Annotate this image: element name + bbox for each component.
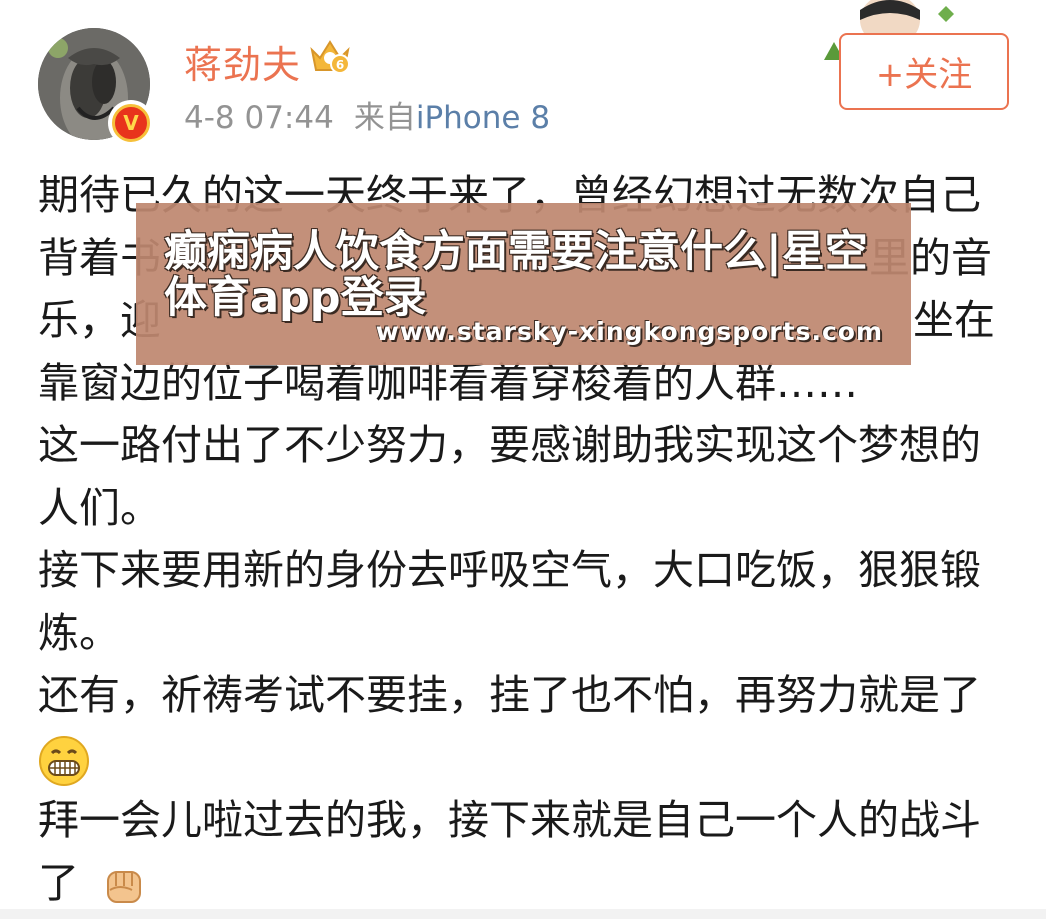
post-line: 人们。 <box>38 483 161 532</box>
post-line: 炼。 <box>38 608 120 657</box>
post-line <box>38 727 1018 790</box>
level-number: 6 <box>336 58 344 72</box>
post-line: 这一路付出了不少努力，要感谢助我实现这个梦想的 <box>38 421 981 469</box>
verified-badge-icon: V <box>108 100 154 146</box>
post-time: 4-8 07:44 <box>184 100 334 136</box>
overlay-banner[interactable]: 癫痫病人饮食方面需要注意什么|星空体育app登录 www.starsky-xin… <box>136 203 911 365</box>
post-line-end: 坐在 <box>913 296 995 344</box>
post-line-start: 了 <box>38 858 79 907</box>
overlay-title: 癫痫病人饮食方面需要注意什么|星空体育app登录 <box>164 227 868 323</box>
overlay-url[interactable]: www.starsky-xingkongsports.com <box>376 317 883 346</box>
post-line: 接下来要用新的身份去呼吸空气，大口吃饭，狠狠锻 <box>38 546 981 594</box>
post-line: 拜一会儿啦过去的我，接下来就是自己一个人的战斗 <box>38 796 981 844</box>
bottom-divider <box>0 909 1046 919</box>
weibo-post: V 蒋劲夫 6 4-8 07:44 来自iPhone 8 +关注 期待已久的这一天… <box>0 0 1046 919</box>
post-meta: 4-8 07:44 来自iPhone 8 <box>184 92 550 137</box>
follow-button[interactable]: +关注 <box>839 33 1009 110</box>
source-link[interactable]: iPhone 8 <box>416 100 550 136</box>
crown-level-icon: 6 <box>310 40 350 74</box>
grin-emoji-icon <box>39 735 89 786</box>
post-line: 还有，祈祷考试不要挂，挂了也不怕，再努力就是了 <box>38 671 981 719</box>
source-prefix: 来自 <box>353 100 416 136</box>
fist-emoji-icon <box>107 870 142 903</box>
post-line: 了 <box>38 852 1018 915</box>
verified-mark: V <box>112 104 150 142</box>
username[interactable]: 蒋劲夫 <box>184 34 301 89</box>
